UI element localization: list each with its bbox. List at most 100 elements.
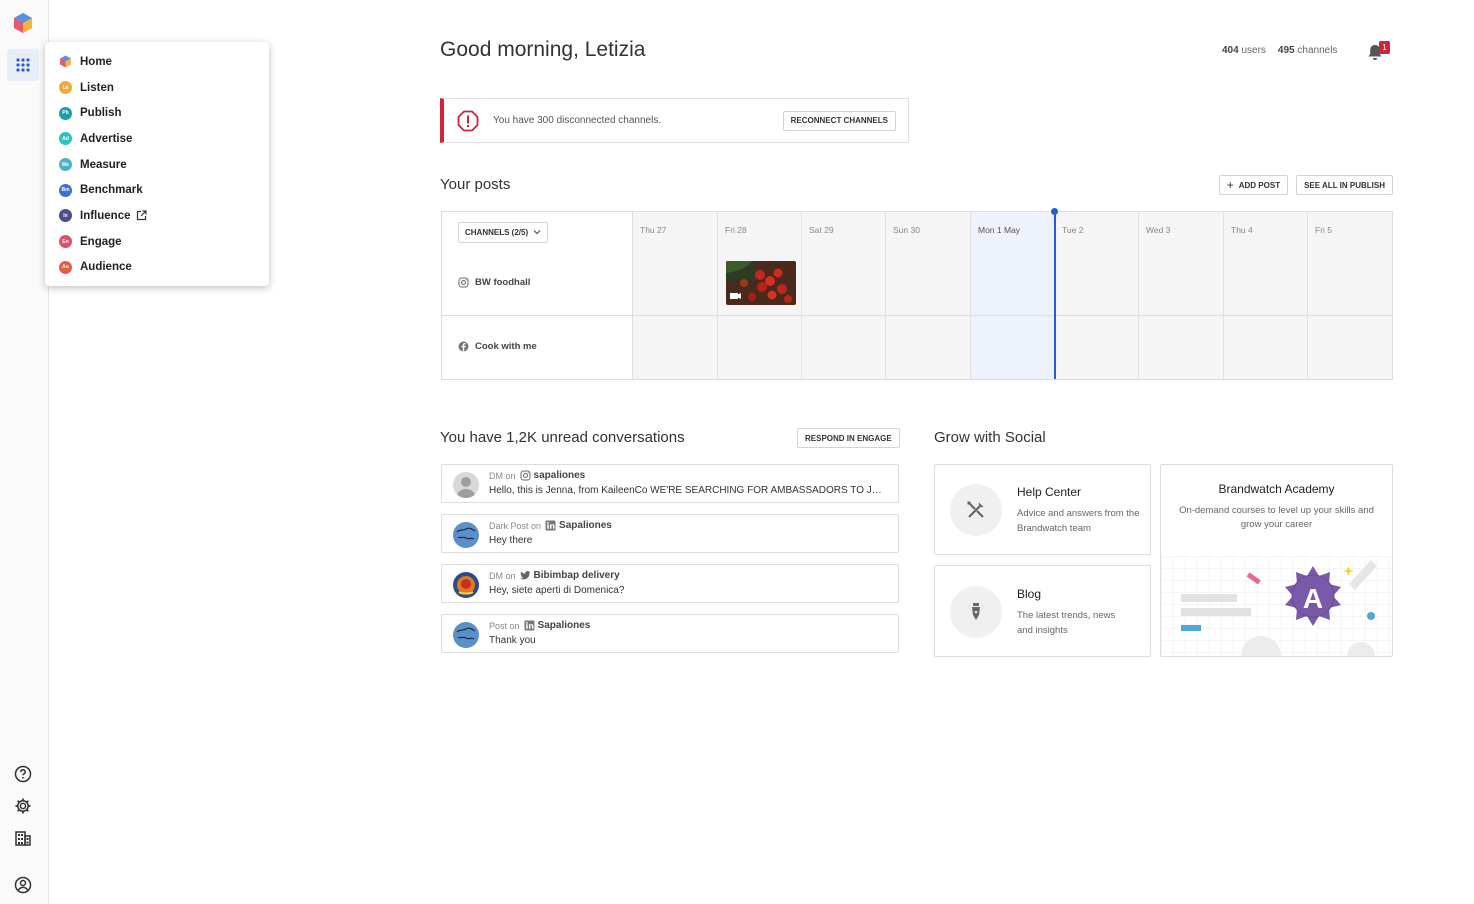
current-time-dot xyxy=(1051,208,1058,215)
menu-item-benchmark[interactable]: Bm Benchmark xyxy=(45,177,269,203)
calendar-row-divider xyxy=(442,315,1392,316)
menu-item-listen[interactable]: Le Listen xyxy=(45,75,269,101)
menu-item-label: Engage xyxy=(80,235,122,248)
conversation-author: Sapaliones xyxy=(559,520,612,531)
respond-in-engage-button[interactable]: RESPOND IN ENGAGE xyxy=(797,428,900,448)
menu-item-label: Listen xyxy=(80,81,114,94)
brandwatch-logo-icon[interactable] xyxy=(12,12,34,34)
brandwatch-academy-card[interactable]: Brandwatch Academy On-demand courses to … xyxy=(1160,464,1393,657)
chevron-down-icon xyxy=(533,228,541,237)
account-avatar-icon[interactable] xyxy=(13,875,33,895)
scheduled-post-thumbnail[interactable] xyxy=(726,261,796,305)
menu-item-label: Measure xyxy=(80,158,127,171)
conversation-author: sapaliones xyxy=(533,470,586,481)
calendar-day[interactable]: Sat 29 xyxy=(802,212,886,379)
posts-calendar: CHANNELS (2/5) BW foodhall Cook with me … xyxy=(441,208,1393,380)
menu-item-publish[interactable]: Pb Publish xyxy=(45,100,269,126)
conversation-author: Sapaliones xyxy=(537,620,591,631)
conversation-meta: Post on Sapaliones xyxy=(489,620,591,631)
calendar-day[interactable]: Thu 4 xyxy=(1224,212,1308,379)
blog-card[interactable]: Blog The latest trends, news and insight… xyxy=(934,565,1151,657)
account-stats: 404 users 495 channels xyxy=(1222,45,1337,56)
add-post-button[interactable]: + ADD POST xyxy=(1218,175,1289,195)
help-center-title: Help Center xyxy=(1017,485,1082,499)
conversation-item[interactable]: Dark Post on Sapaliones Hey there xyxy=(441,514,899,553)
product-menu: Home Le Listen Pb Publish Ad Advertise M… xyxy=(45,42,269,286)
calendar-day[interactable]: Wed 3 xyxy=(1139,212,1224,379)
menu-item-home[interactable]: Home xyxy=(45,49,269,75)
conversation-meta: Dark Post on Sapaliones xyxy=(489,520,612,531)
calendar-day[interactable]: Tue 2 xyxy=(1055,212,1139,379)
audience-product-icon: Au xyxy=(59,260,72,274)
settings-gear-icon[interactable] xyxy=(13,796,33,816)
calendar-day[interactable]: Sun 30 xyxy=(886,212,971,379)
page-title: Good morning, Letizia xyxy=(440,38,646,61)
blog-title: Blog xyxy=(1017,587,1042,601)
conversation-message: Hey, siete aperti di Domenica? xyxy=(489,585,625,596)
linkedin-icon xyxy=(524,620,535,631)
instagram-icon xyxy=(458,277,469,288)
channels-filter-dropdown[interactable]: CHANNELS (2/5) xyxy=(458,222,549,243)
academy-description: On-demand courses to level up your skill… xyxy=(1179,505,1374,530)
apps-grid-icon xyxy=(16,58,30,72)
channels-stat: 495 channels xyxy=(1277,45,1338,56)
tools-icon xyxy=(950,484,1002,536)
see-all-in-publish-button[interactable]: SEE ALL IN PUBLISH xyxy=(1296,175,1393,195)
disconnected-channels-alert: You have 300 disconnected channels. RECO… xyxy=(440,98,909,143)
channel-row-bw-foodhall[interactable]: BW foodhall xyxy=(458,277,530,288)
menu-item-engage[interactable]: En Engage xyxy=(45,229,269,255)
notification-count-badge: 1 xyxy=(1379,41,1390,54)
academy-title: Brandwatch Academy xyxy=(1218,482,1335,496)
conversation-message: Thank you xyxy=(489,635,536,646)
menu-item-influence[interactable]: In Influence xyxy=(45,203,269,229)
conversation-item[interactable]: DM on Bibimbap delivery Hey, siete apert… xyxy=(441,564,899,603)
menu-item-label: Advertise xyxy=(80,132,133,145)
conversation-item[interactable]: Post on Sapaliones Thank you xyxy=(441,614,899,653)
help-center-card[interactable]: Help Center Advice and answers from the … xyxy=(934,464,1151,555)
calendar-day[interactable]: Thu 27 xyxy=(633,212,718,379)
conversation-message: Hello, this is Jenna, from KaileenCo WE'… xyxy=(489,485,889,496)
menu-item-label: Audience xyxy=(80,261,132,274)
posts-section-title: Your posts xyxy=(440,176,511,193)
external-link-icon xyxy=(136,210,148,221)
blog-description: The latest trends, news and insights xyxy=(1017,610,1116,636)
pen-nib-icon xyxy=(950,586,1002,638)
twitter-icon xyxy=(519,570,531,581)
plus-icon: + xyxy=(1226,178,1234,192)
publish-product-icon: Pb xyxy=(59,106,72,120)
listen-product-icon: Le xyxy=(59,81,72,95)
avatar xyxy=(453,572,479,598)
benchmark-product-icon: Bm xyxy=(59,183,72,197)
conversation-item[interactable]: DM on sapaliones Hello, this is Jenna, f… xyxy=(441,464,899,503)
menu-item-audience[interactable]: Au Audience xyxy=(45,255,269,281)
home-product-icon xyxy=(59,55,72,68)
menu-item-measure[interactable]: Me Measure xyxy=(45,152,269,178)
reconnect-channels-button[interactable]: RECONNECT CHANNELS xyxy=(782,110,896,131)
calendar-day[interactable]: Fri 5 xyxy=(1308,212,1392,379)
menu-item-label: Benchmark xyxy=(80,184,143,197)
current-time-line xyxy=(1054,212,1056,379)
conversation-author: Bibimbap delivery xyxy=(533,570,620,581)
conversation-meta: DM on sapaliones xyxy=(489,470,586,481)
conversation-message: Hey there xyxy=(489,535,533,546)
posts-actions: + ADD POST SEE ALL IN PUBLISH xyxy=(1218,175,1393,195)
influence-product-icon: In xyxy=(59,209,72,223)
menu-item-label: Home xyxy=(80,55,112,68)
academy-badge-letter: A xyxy=(1302,583,1324,614)
apps-grid-button[interactable] xyxy=(7,49,39,81)
alert-message: You have 300 disconnected channels. xyxy=(493,115,662,126)
left-rail xyxy=(0,0,49,904)
menu-item-advertise[interactable]: Ad Advertise xyxy=(45,126,269,152)
channel-row-cook-with-me[interactable]: Cook with me xyxy=(458,341,537,352)
help-icon[interactable] xyxy=(13,764,33,784)
conversations-section-title: You have 1,2K unread conversations xyxy=(440,429,685,446)
conversation-meta: DM on Bibimbap delivery xyxy=(489,570,620,581)
building-icon[interactable] xyxy=(13,828,33,848)
linkedin-icon xyxy=(545,520,556,531)
calendar-day-today[interactable]: Mon 1 May xyxy=(971,212,1055,379)
error-alert-icon xyxy=(457,110,479,132)
academy-illustration: A xyxy=(1161,556,1392,656)
grow-section-title: Grow with Social xyxy=(934,429,1046,446)
avatar xyxy=(453,622,479,648)
calendar-channels-column: CHANNELS (2/5) BW foodhall Cook with me xyxy=(442,212,633,379)
